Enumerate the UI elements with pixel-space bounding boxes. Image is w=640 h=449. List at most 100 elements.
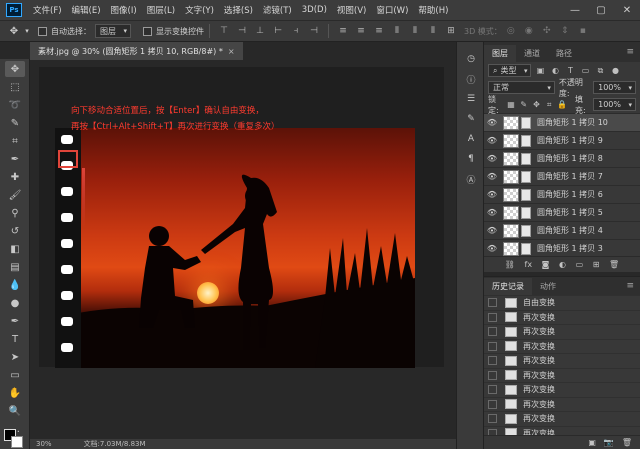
lock-pixels-icon[interactable]: ▦ [506, 99, 516, 111]
menu-image[interactable]: 图像(I) [106, 4, 142, 16]
distribute-left-icon[interactable]: ⦀ [390, 24, 404, 38]
history-brush-source-checkbox[interactable] [488, 312, 497, 322]
history-brush-source-checkbox[interactable] [488, 341, 497, 351]
healing-brush-tool-icon[interactable]: ✚ [5, 169, 25, 185]
layer-name[interactable]: 圆角矩形 1 拷贝 4 [537, 225, 603, 236]
filter-adjust-icon[interactable]: ◐ [549, 65, 561, 77]
paragraph-panel-icon[interactable]: ¶ [463, 152, 479, 166]
move-tool-icon[interactable]: ✥ [5, 61, 25, 77]
layer-row[interactable]: 👁 圆角矩形 1 拷贝 7 [484, 167, 640, 185]
visibility-eye-icon[interactable]: 👁 [484, 154, 500, 163]
panel-menu-icon[interactable]: ≡ [626, 281, 634, 291]
film-sprocket[interactable] [61, 291, 73, 300]
menu-type[interactable]: 文字(Y) [180, 4, 219, 16]
lock-paint-icon[interactable]: ✎ [519, 99, 529, 111]
delete-state-icon[interactable]: 🗑 [622, 438, 632, 447]
visibility-eye-icon[interactable]: 👁 [484, 172, 500, 181]
history-brush-source-checkbox[interactable] [488, 370, 497, 380]
visibility-eye-icon[interactable]: 👁 [484, 244, 500, 253]
glyphs-panel-icon[interactable]: Ⓐ [463, 172, 479, 186]
film-sprocket[interactable] [61, 239, 73, 248]
layer-row[interactable]: 👁 圆角矩形 1 拷贝 8 [484, 149, 640, 167]
tab-channels[interactable]: 通道 [516, 45, 548, 62]
history-brush-tool-icon[interactable]: ↺ [5, 223, 25, 239]
film-sprocket[interactable] [61, 317, 73, 326]
layer-name[interactable]: 圆角矩形 1 拷贝 7 [537, 171, 603, 182]
align-left-icon[interactable]: ⊢ [271, 24, 285, 38]
menu-file[interactable]: 文件(F) [28, 4, 67, 16]
history-brush-source-checkbox[interactable] [488, 327, 497, 337]
close-button[interactable]: ✕ [614, 0, 640, 20]
snapshot-icon[interactable]: 📷 [604, 438, 614, 447]
distribute-bottom-icon[interactable]: ≡ [372, 24, 386, 38]
character-panel-icon[interactable]: A [463, 132, 479, 146]
film-sprocket[interactable] [61, 187, 73, 196]
history-state[interactable]: 再次变换 [484, 411, 640, 426]
history-brush-source-checkbox[interactable] [488, 385, 497, 395]
align-vcenter-icon[interactable]: ⊣ [235, 24, 249, 38]
history-state[interactable]: 再次变换 [484, 309, 640, 325]
align-bottom-icon[interactable]: ⊥ [253, 24, 267, 38]
tool-preset-chevron-icon[interactable]: ▾ [22, 23, 32, 39]
document-tab[interactable]: 素材.jpg @ 30% (圆角矩形 1 拷贝 10, RGB/8#) * × [30, 42, 243, 60]
layer-row[interactable]: 👁 圆角矩形 1 拷贝 5 [484, 203, 640, 221]
menu-help[interactable]: 帮助(H) [413, 4, 453, 16]
history-state[interactable]: 再次变换 [484, 324, 640, 339]
crop-tool-icon[interactable]: ⌗ [5, 133, 25, 149]
align-hcenter-icon[interactable]: ⫞ [289, 24, 303, 38]
menu-filter[interactable]: 滤镜(T) [258, 4, 297, 16]
zoom-tool-icon[interactable]: 🔍 [5, 403, 25, 419]
new-layer-icon[interactable]: ⊞ [593, 260, 600, 269]
auto-select-dropdown[interactable]: 图层 [95, 24, 131, 38]
visibility-eye-icon[interactable]: 👁 [484, 118, 500, 127]
distribute-hcenter-icon[interactable]: ⦀ [408, 24, 422, 38]
history-state[interactable]: 再次变换 [484, 396, 640, 412]
visibility-eye-icon[interactable]: 👁 [484, 136, 500, 145]
eyedropper-tool-icon[interactable]: ✒ [5, 151, 25, 167]
transform-bounding-box[interactable] [58, 150, 78, 168]
menu-view[interactable]: 视图(V) [332, 4, 371, 16]
adjustment-layer-icon[interactable]: ◐ [559, 260, 566, 269]
filter-smart-icon[interactable]: ⧉ [594, 65, 606, 77]
show-transform-checkbox[interactable] [143, 26, 152, 36]
layer-row[interactable]: 👁 圆角矩形 1 拷贝 3 [484, 239, 640, 257]
layer-vector-mask[interactable] [521, 116, 531, 129]
3d-orbit-icon[interactable]: ◎ [504, 24, 518, 38]
type-tool-icon[interactable]: T [5, 331, 25, 347]
rectangle-tool-icon[interactable]: ▭ [5, 367, 25, 383]
minimize-button[interactable]: — [562, 0, 588, 20]
canvas-area[interactable]: 向下移动合适位置后，按【Enter】确认自由变换， 再按【Ctrl+Alt+Sh… [30, 60, 456, 438]
layer-name[interactable]: 圆角矩形 1 拷贝 10 [537, 117, 608, 128]
filter-pixel-icon[interactable]: ▣ [534, 65, 546, 77]
background-color-swatch[interactable] [11, 436, 23, 448]
document-size[interactable]: 文档:7.03M/8.83M [84, 439, 146, 449]
film-sprocket[interactable] [61, 135, 73, 144]
opacity-input[interactable]: 100% [593, 81, 636, 94]
clone-stamp-tool-icon[interactable]: ⚲ [5, 205, 25, 221]
blend-mode-dropdown[interactable]: 正常 [488, 81, 555, 94]
tab-paths[interactable]: 路径 [548, 45, 580, 62]
layer-row[interactable]: 👁 圆角矩形 1 拷贝 9 [484, 131, 640, 149]
layer-vector-mask[interactable] [521, 170, 531, 183]
marquee-tool-icon[interactable]: ⬚ [5, 79, 25, 95]
link-layers-icon[interactable]: ⛓ [505, 260, 515, 269]
distribute-top-icon[interactable]: ≡ [336, 24, 350, 38]
hand-tool-icon[interactable]: ✋ [5, 385, 25, 401]
info-panel-icon[interactable]: ⓘ [463, 72, 479, 86]
visibility-eye-icon[interactable]: 👁 [484, 190, 500, 199]
menu-window[interactable]: 窗口(W) [371, 4, 413, 16]
brush-tool-icon[interactable]: 🖌 [5, 187, 25, 203]
eraser-tool-icon[interactable]: ◧ [5, 241, 25, 257]
tab-actions[interactable]: 动作 [532, 278, 564, 295]
history-state[interactable]: 再次变换 [484, 338, 640, 354]
layer-vector-mask[interactable] [521, 188, 531, 201]
filter-toggle-icon[interactable]: ● [609, 65, 621, 77]
visibility-eye-icon[interactable]: 👁 [484, 208, 500, 217]
3d-pan-icon[interactable]: ✣ [540, 24, 554, 38]
menu-3d[interactable]: 3D(D) [297, 5, 332, 15]
history-brush-source-checkbox[interactable] [488, 356, 497, 366]
close-tab-icon[interactable]: × [228, 47, 235, 56]
layer-vector-mask[interactable] [521, 206, 531, 219]
path-select-tool-icon[interactable]: ➤ [5, 349, 25, 365]
3d-scale-icon[interactable]: ▪ [576, 24, 590, 38]
